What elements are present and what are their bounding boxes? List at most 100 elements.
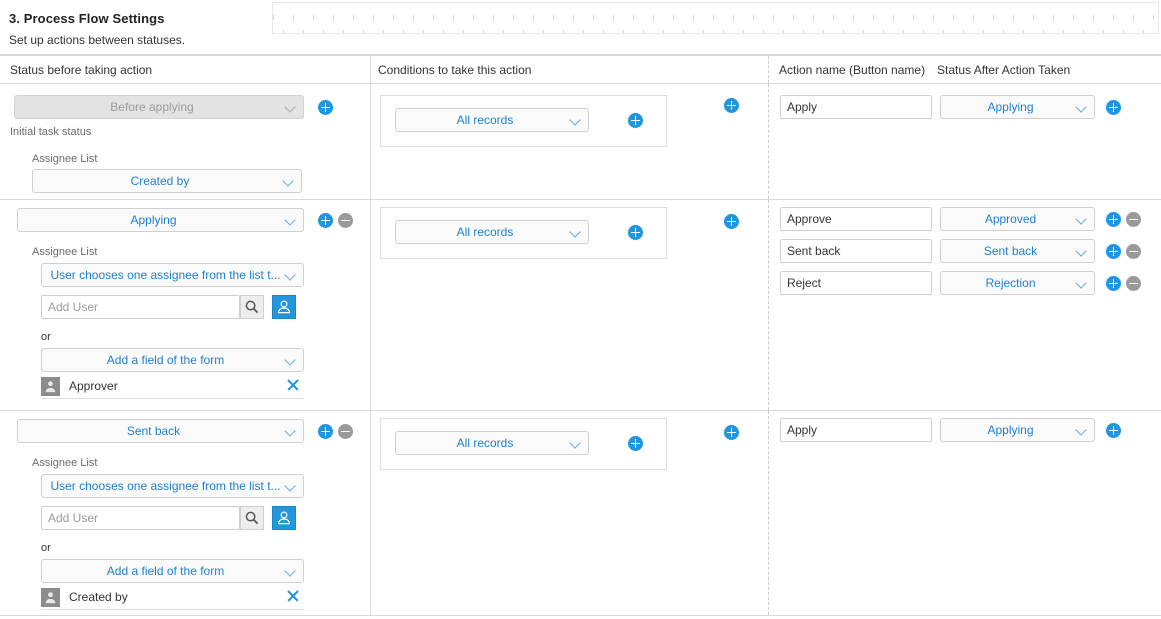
status-before-select[interactable]: Applying [17, 208, 304, 232]
actions-cell: Applying [768, 84, 1161, 199]
add-form-field-select[interactable]: Add a field of the form [41, 348, 304, 372]
action-name-input[interactable] [780, 418, 932, 442]
condition-group-box: All records [380, 418, 667, 470]
chevron-down-icon [570, 432, 581, 454]
assignee-mode-select[interactable]: User chooses one assignee from the list … [41, 263, 304, 287]
status-before-select[interactable]: Before applying [14, 95, 304, 119]
add-status-button[interactable] [318, 100, 333, 115]
status-after-select[interactable]: Approved [940, 207, 1095, 231]
status-after-select[interactable]: Applying [940, 418, 1095, 442]
add-action-button[interactable] [1106, 423, 1121, 438]
close-icon[interactable] [286, 378, 300, 392]
assignee-list-label: Assignee List [32, 246, 98, 258]
page-subtitle: Set up actions between statuses. [9, 33, 186, 47]
close-icon[interactable] [286, 589, 300, 603]
add-condition-group-button[interactable] [724, 214, 739, 229]
chevron-down-icon [285, 560, 296, 582]
add-action-button[interactable] [1106, 276, 1121, 291]
search-icon[interactable] [240, 295, 264, 319]
column-divider-status-conditions [370, 56, 371, 83]
table-row: Before applying Initial task status Assi… [0, 84, 1161, 200]
actions-cell: Applying [768, 411, 1161, 615]
assignee-chip: Approver [41, 376, 304, 399]
add-action-button[interactable] [1106, 100, 1121, 115]
remove-status-button[interactable] [338, 213, 353, 228]
conditions-cell: All records [370, 200, 768, 410]
chevron-down-icon [285, 209, 296, 231]
add-condition-group-button[interactable] [724, 425, 739, 440]
chevron-down-icon [570, 109, 581, 131]
condition-select[interactable]: All records [395, 431, 589, 455]
remove-action-button[interactable] [1126, 276, 1141, 291]
column-header-conditions: Conditions to take this action [378, 63, 532, 77]
assignee-mode-select[interactable]: Created by [32, 169, 302, 193]
action-name-input[interactable] [780, 239, 932, 263]
chevron-down-icon [285, 475, 296, 497]
condition-select[interactable]: All records [395, 220, 589, 244]
add-status-button[interactable] [318, 213, 333, 228]
assignee-list-label: Assignee List [32, 153, 98, 165]
table-row: Applying Assignee List User chooses one … [0, 200, 1161, 411]
person-avatar-icon [41, 377, 60, 396]
assignee-mode-select[interactable]: User chooses one assignee from the list … [41, 474, 304, 498]
condition-select[interactable]: All records [395, 108, 589, 132]
status-after-select[interactable]: Rejection [940, 271, 1095, 295]
status-before-cell: Applying Assignee List User chooses one … [0, 200, 370, 410]
user-picker-icon[interactable] [272, 295, 296, 319]
chevron-down-icon [1076, 208, 1087, 230]
status-before-cell: Sent back Assignee List User chooses one… [0, 411, 370, 615]
chevron-down-icon [1076, 272, 1087, 294]
action-name-input[interactable] [780, 95, 932, 119]
add-action-button[interactable] [1106, 212, 1121, 227]
add-user-input[interactable] [41, 506, 240, 530]
add-condition-button[interactable] [628, 436, 643, 451]
status-after-select[interactable]: Applying [940, 95, 1095, 119]
status-after-select[interactable]: Sent back [940, 239, 1095, 263]
remove-action-button[interactable] [1126, 212, 1141, 227]
chevron-down-icon [285, 420, 296, 442]
add-form-field-select[interactable]: Add a field of the form [41, 559, 304, 583]
conditions-cell: All records [370, 411, 768, 615]
chevron-down-icon [283, 170, 294, 192]
search-icon[interactable] [240, 506, 264, 530]
table-row: Sent back Assignee List User chooses one… [0, 411, 1161, 615]
condition-group-box: All records [380, 207, 667, 259]
remove-action-button[interactable] [1126, 244, 1141, 259]
or-label: or [41, 542, 51, 554]
remove-status-button[interactable] [338, 424, 353, 439]
status-before-select[interactable]: Sent back [17, 419, 304, 443]
section-header: 3. Process Flow Settings Set up actions … [0, 0, 1161, 55]
chevron-down-icon [285, 264, 296, 286]
column-header-status-before: Status before taking action [10, 63, 153, 77]
add-condition-button[interactable] [628, 113, 643, 128]
assignee-list-label: Assignee List [32, 457, 98, 469]
assignee-chip: Created by [41, 587, 304, 610]
add-action-button[interactable] [1106, 244, 1121, 259]
add-condition-button[interactable] [628, 225, 643, 240]
action-name-input[interactable] [780, 271, 932, 295]
assignee-chip-label: Approver [69, 379, 118, 393]
user-picker-icon[interactable] [272, 506, 296, 530]
actions-cell: Approved Sent back Rejection [768, 200, 1161, 410]
action-name-input[interactable] [780, 207, 932, 231]
assignee-chip-label: Created by [69, 590, 128, 604]
column-divider-conditions-actions [768, 56, 769, 83]
chevron-down-icon [570, 221, 581, 243]
column-header-status-after: Status After Action Taken [937, 63, 1071, 77]
table-header-row: Status before taking action Conditions t… [0, 56, 1161, 84]
conditions-cell: All records [370, 84, 768, 199]
chevron-down-icon [1076, 240, 1087, 262]
add-condition-group-button[interactable] [724, 98, 739, 113]
or-label: or [41, 331, 51, 343]
page-title: 3. Process Flow Settings [9, 11, 165, 26]
status-before-cell: Before applying Initial task status Assi… [0, 84, 370, 199]
person-avatar-icon [41, 588, 60, 607]
chevron-down-icon [1076, 419, 1087, 441]
condition-group-box: All records [380, 95, 667, 147]
process-flow-table: Status before taking action Conditions t… [0, 55, 1161, 616]
add-status-button[interactable] [318, 424, 333, 439]
initial-task-status-note: Initial task status [10, 126, 92, 138]
column-header-action-name: Action name (Button name) [779, 63, 926, 77]
add-user-input[interactable] [41, 295, 240, 319]
chevron-down-icon [285, 349, 296, 371]
